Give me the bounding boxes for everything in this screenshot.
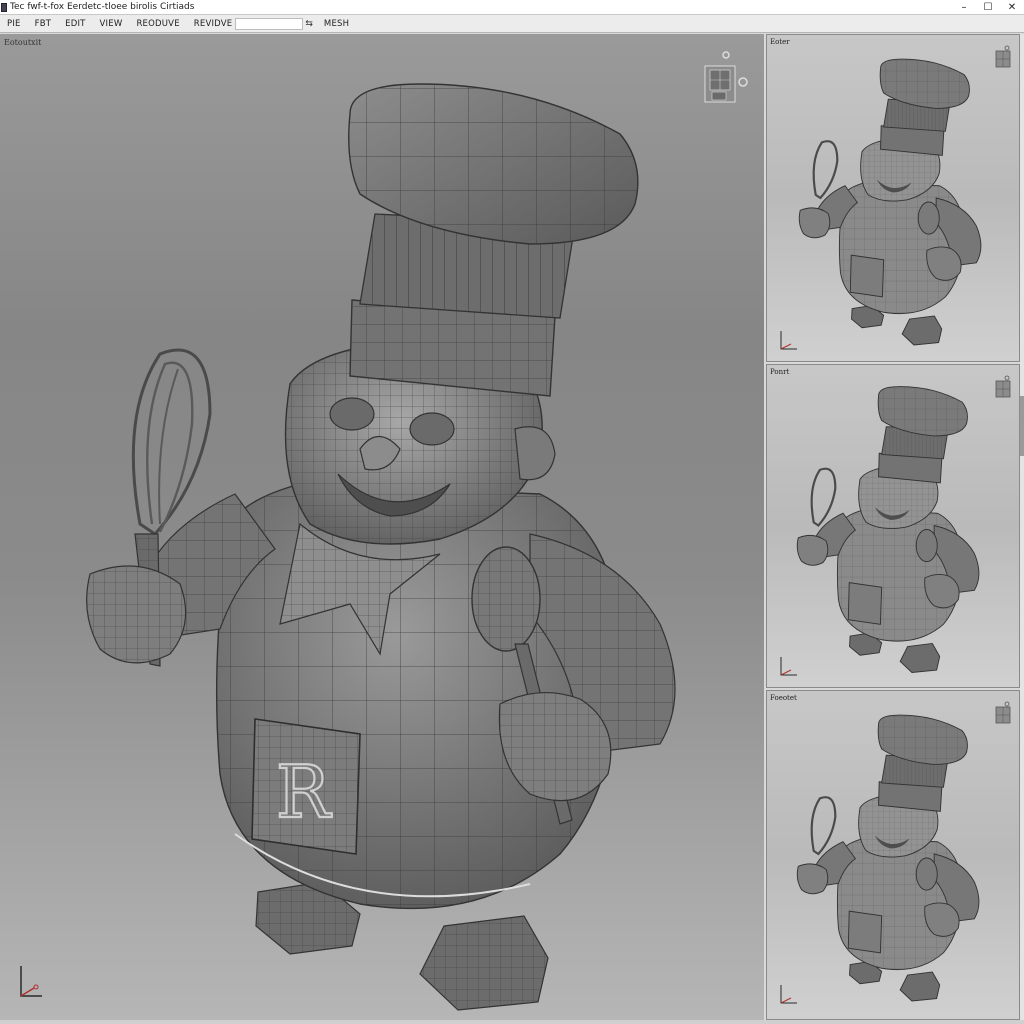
side-viewport-middle[interactable]: Ponrt [766, 364, 1020, 688]
scrollbar-thumb[interactable] [1020, 396, 1024, 456]
menu-fbt[interactable]: FBT [28, 19, 59, 29]
chef-hat [348, 83, 639, 397]
menu-mesh[interactable]: MESH [317, 19, 356, 29]
minimize-button[interactable]: – [952, 0, 976, 15]
menu-edit[interactable]: EDIT [58, 19, 92, 29]
window-controls: – ☐ ✕ [952, 0, 1024, 15]
chef-model-main[interactable]: R [60, 54, 740, 1014]
menu-search-field[interactable] [235, 17, 304, 30]
axis-gizmo-icon [20, 966, 42, 997]
side-viewport-top[interactable]: Eoter [766, 34, 1020, 362]
apron-pocket: R [251, 718, 361, 855]
menu-reoduve[interactable]: REODUVE [129, 19, 186, 29]
right-foot [419, 915, 549, 1011]
apron-monogram: R [276, 750, 332, 834]
chef-model-thumb [796, 386, 980, 673]
side-viewport-middle-label[interactable]: Ponrt [770, 368, 789, 376]
window-title: Tec fwf-t-fox Eerdetc-tloee birolis Cirt… [10, 2, 195, 12]
menu-file[interactable]: PIE [0, 19, 28, 29]
maximize-button[interactable]: ☐ [976, 0, 1000, 15]
window-titlebar: Tec fwf-t-fox Eerdetc-tloee birolis Cirt… [0, 0, 1024, 15]
side-viewport-top-label[interactable]: Eoter [770, 38, 790, 46]
main-viewport[interactable]: Eotoutxit R [0, 34, 764, 1022]
axis-gizmo-icon [780, 657, 797, 676]
close-button[interactable]: ✕ [1000, 0, 1024, 15]
axis-gizmo-icon [780, 331, 797, 350]
menu-bar: PIE FBT EDIT VIEW REODUVE REVIDVE ⇆ MESH [0, 15, 1024, 33]
left-hand [86, 565, 187, 664]
app-icon [1, 2, 7, 12]
menu-view[interactable]: VIEW [93, 19, 130, 29]
menu-options-icon[interactable]: ⇆ [305, 19, 313, 29]
chef-model-thumb [798, 58, 982, 346]
side-viewport-bottom[interactable]: Foeotet [766, 690, 1020, 1020]
status-bar [0, 1020, 1024, 1024]
main-viewport-label[interactable]: Eotoutxit [4, 38, 41, 47]
menu-revidve[interactable]: REVIDVE [187, 19, 240, 29]
chef-model-thumb [796, 714, 980, 1002]
right-scrollbar[interactable] [1020, 34, 1024, 1022]
axis-gizmo-icon [780, 985, 797, 1004]
